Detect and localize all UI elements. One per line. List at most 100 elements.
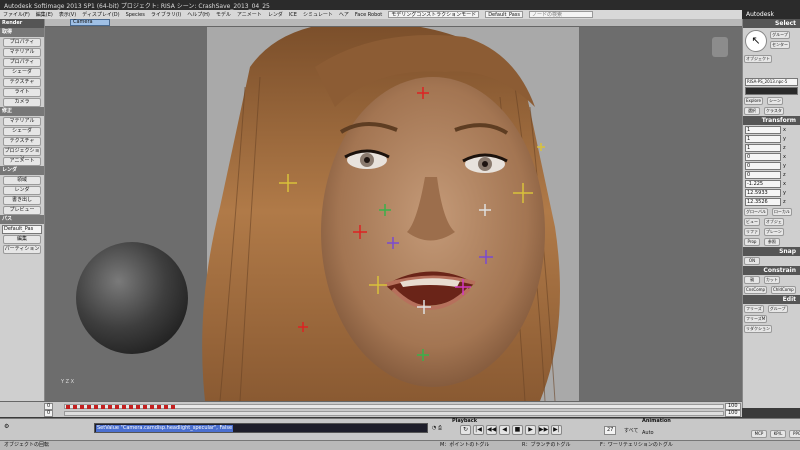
current-frame-field[interactable]: 0 [44,410,54,417]
timeline-range-track[interactable] [64,411,724,416]
pass-edit-button[interactable]: 編集 [3,235,41,244]
local-button[interactable]: ローカル [771,208,792,216]
render-button[interactable]: レンダ [3,186,41,195]
script-editor-icon[interactable]: ◔ ⎙ [432,425,442,431]
get-camera-button[interactable]: カメラ [3,98,41,107]
get-property-button[interactable]: プロパティ [3,38,41,47]
menu-simulate[interactable]: シミュレート [303,11,333,18]
first-frame-icon[interactable]: |◀ [473,425,484,435]
keyframe-marker[interactable] [115,405,119,409]
get-material-button[interactable]: マテリアル [3,48,41,57]
render-toolbar-header[interactable]: Render [0,19,44,28]
explore-button[interactable]: Explore [744,97,764,105]
timeline[interactable]: 0 0 100 100 [0,401,742,417]
selected-object-name[interactable]: RISA-PS_2013.npc-5 [745,78,798,86]
snap-toggle[interactable]: ON [744,257,760,265]
keyframe-marker[interactable] [80,405,84,409]
modify-material-button[interactable]: マテリアル [3,117,41,126]
next-key-icon[interactable]: ▶▶ [538,425,549,435]
menu-render[interactable]: レンダ [268,11,283,18]
menu-hair[interactable]: ヘア [339,11,349,18]
keyframe-marker[interactable] [157,405,161,409]
keyframe-marker[interactable] [171,405,175,409]
scale-x-field[interactable]: 1 [745,126,781,134]
selection-field[interactable] [745,87,798,95]
menu-help[interactable]: ヘルプ(H) [187,11,210,18]
chldcomp-button[interactable]: ChldComp [771,286,796,294]
render-export-button[interactable]: 書き出し [3,196,41,205]
prop-button[interactable]: Prop [744,238,760,246]
stop-icon[interactable]: ■ [512,425,523,435]
command-line[interactable]: SetValue "Camera.camdisp.headlight_specu… [94,423,428,433]
menu-ice[interactable]: ICE [289,12,297,18]
scene-button[interactable]: シーン [766,97,783,105]
parent-button[interactable]: 親 [744,276,760,284]
menu-animate[interactable]: アニメート [237,11,262,18]
start-frame-field[interactable]: 0 [44,403,54,410]
play-backward-icon[interactable]: ◀ [499,425,510,435]
translate-x-field[interactable]: -1.225 [745,180,781,188]
tab-ppg[interactable]: PPG [789,430,800,438]
cut-button[interactable]: カット [763,276,780,284]
end-frame-field[interactable]: 100 [725,403,741,410]
freeze-m-button[interactable]: フリーズM [744,315,768,323]
rotate-y-field[interactable]: 0 [745,162,781,170]
play-forward-icon[interactable]: ▶ [525,425,536,435]
keyframe-marker[interactable] [66,405,70,409]
menu-file[interactable]: ファイル(F) [3,11,30,18]
select-center-button[interactable]: センター [770,41,790,49]
select-object-button[interactable]: オブジェクト [744,55,772,63]
ref-button[interactable]: 参照 [763,238,780,246]
keyframe-marker[interactable] [136,405,140,409]
menu-face-robot[interactable]: Face Robot [355,12,382,18]
cluster-button[interactable]: クラスタ [763,107,784,115]
frame-field[interactable]: 27 [604,426,617,435]
prev-key-icon[interactable]: ◀◀ [486,425,497,435]
plane-button[interactable]: プレーン [763,228,784,236]
pass-selector[interactable]: Default_Pas [2,225,42,234]
tab-mcp[interactable]: MCP [751,430,767,438]
keyframe-marker[interactable] [129,405,133,409]
tab-kpl[interactable]: KP/L [770,430,786,438]
keyframe-marker[interactable] [150,405,154,409]
group-button[interactable]: グループ [767,305,788,313]
get-light-button[interactable]: ライト [3,88,41,97]
keyframe-marker[interactable] [87,405,91,409]
keyframe-marker[interactable] [73,405,77,409]
node-search-input[interactable]: ノードの検索 [529,11,594,18]
keyframe-marker[interactable] [143,405,147,409]
range-end-field[interactable]: 100 [725,410,741,417]
modify-texture-button[interactable]: テクスチャ [3,137,41,146]
render-region-button[interactable]: 領域 [3,176,41,185]
rotate-z-field[interactable]: 0 [745,171,781,179]
navigation-cube-icon[interactable] [712,37,728,57]
gear-icon[interactable]: ⚙ [4,423,18,433]
loop-icon[interactable]: ↻ [460,425,471,435]
object-button[interactable]: オブジェ [763,218,784,226]
get-property2-button[interactable]: プロパティ [3,58,41,67]
modify-projection-button[interactable]: プロジェクション [3,147,41,161]
translate-y-field[interactable]: 12.5933 [745,189,781,197]
translate-z-field[interactable]: 12.3526 [745,198,781,206]
selection-button[interactable]: 選択 [744,107,760,115]
rotate-x-field[interactable]: 0 [745,153,781,161]
keyframe-marker[interactable] [101,405,105,409]
menu-edit[interactable]: 編集(E) [36,11,53,18]
scale-y-field[interactable]: 1 [745,135,781,143]
last-frame-icon[interactable]: ▶| [551,425,562,435]
menu-species[interactable]: Species [126,12,145,18]
auto-key-toggle[interactable]: Auto [642,430,654,436]
freeze-button[interactable]: フリーズ [744,305,764,313]
cnscomp-button[interactable]: CnsComp [744,286,768,294]
menu-display[interactable]: ディスプレイ(D) [82,11,119,18]
keyframe-marker[interactable] [122,405,126,409]
menu-model[interactable]: モデル [216,11,231,18]
menu-library[interactable]: ライブラリ(I) [151,11,181,18]
modify-shader-button[interactable]: シェーダ [3,127,41,136]
select-arrow-icon[interactable]: ↖ [745,30,767,52]
pass-partition-button[interactable]: パーティション [3,245,41,254]
reference-button[interactable]: リファ [744,228,760,236]
construction-mode-dropdown[interactable]: モデリングコンストラクションモード [388,11,480,18]
get-texture-button[interactable]: テクスチャ [3,78,41,87]
scale-z-field[interactable]: 1 [745,144,781,152]
